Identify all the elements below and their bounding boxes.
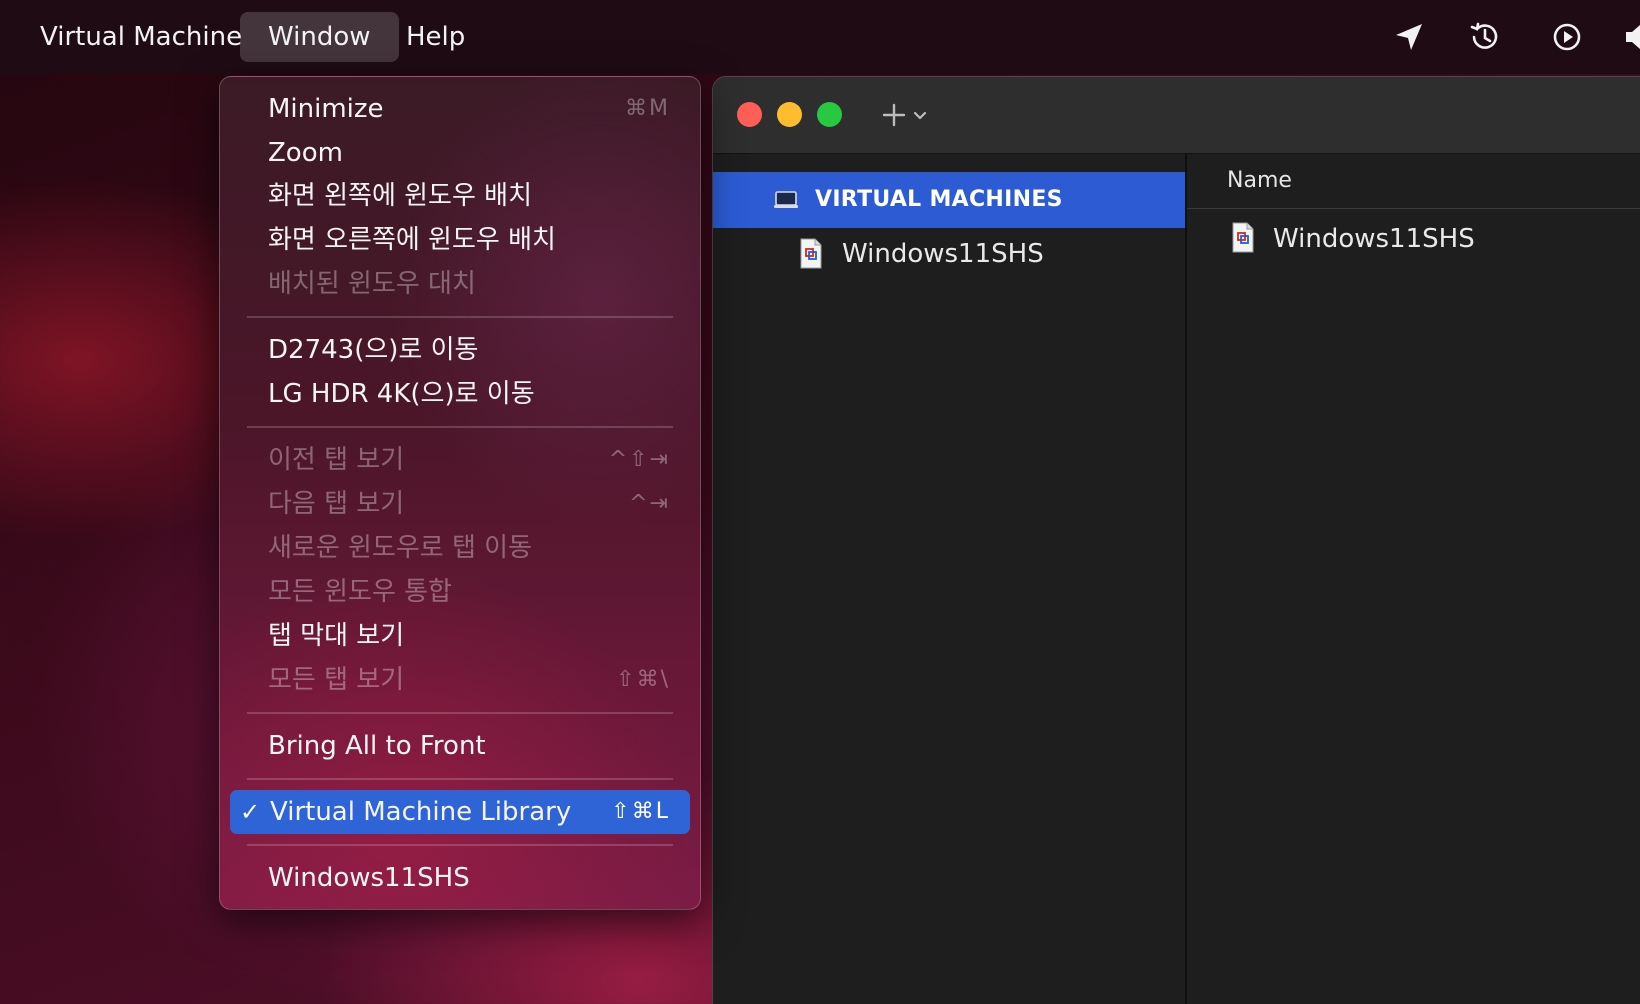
menu-item-label: 화면 오른쪽에 윈도우 배치 [268,225,556,255]
menu-virtual-machine[interactable]: Virtual Machine [12,12,270,62]
library-sidebar: VIRTUAL MACHINES Windows11SHS [713,154,1187,1004]
menu-separator [247,844,673,846]
menu-item-shortcut: ^⇥ [629,491,670,516]
menu-item-label: Minimize [268,94,384,124]
vm-list: Name Windows11SHS [1187,154,1640,1004]
menu-separator [247,778,673,780]
menu-item-label: 모든 탭 보기 [268,665,405,695]
menu-item-label: 배치된 윈도우 대치 [268,269,476,299]
menu-item-label: Zoom [268,138,343,168]
menu-item-tile-left[interactable]: 화면 왼쪽에 윈도우 배치 [228,174,690,218]
plus-icon [882,103,906,127]
menu-item-windows11shs[interactable]: Windows11SHS [228,856,690,900]
menu-item-label: D2743(으)로 이동 [268,335,479,365]
menu-item-tile-right[interactable]: 화면 오른쪽에 윈도우 배치 [228,218,690,262]
menu-item-label: 새로운 윈도우로 탭 이동 [268,533,532,563]
menu-window[interactable]: Window [240,12,399,62]
sidebar-section-virtual-machines[interactable]: VIRTUAL MACHINES [713,172,1185,228]
menu-separator [247,712,673,714]
menu-item-move-tab-new-window: 새로운 윈도우로 탭 이동 [228,526,690,570]
play-circle-icon[interactable] [1548,18,1586,56]
menu-item-shortcut: ⌘M [625,96,670,121]
vm-file-icon [1231,222,1255,253]
add-vm-button[interactable] [881,95,929,135]
checkmark-icon: ✓ [240,798,261,826]
menu-item-prev-tab: 이전 탭 보기 ^⇧⇥ [228,438,690,482]
sidebar-item-windows11shs[interactable]: Windows11SHS [713,230,1185,278]
menu-item-label: 모든 윈도우 통합 [268,577,452,607]
column-header-label: Name [1227,168,1292,193]
menu-item-move-d2743[interactable]: D2743(으)로 이동 [228,328,690,372]
menu-item-label: 다음 탭 보기 [268,489,405,519]
vm-file-icon [799,238,823,269]
time-machine-icon[interactable] [1466,18,1504,56]
menu-item-replace-tiled: 배치된 윈도우 대치 [228,262,690,306]
title-bar [713,77,1640,154]
laptop-icon [773,190,799,214]
list-item[interactable]: Windows11SHS [1187,212,1640,266]
menu-item-label: Bring All to Front [268,731,486,761]
menu-item-move-lg[interactable]: LG HDR 4K(으)로 이동 [228,372,690,416]
vm-name: Windows11SHS [1273,224,1475,254]
location-arrow-icon[interactable] [1390,18,1428,56]
maximize-button[interactable] [817,102,842,127]
sidebar-item-label: Windows11SHS [842,239,1044,269]
close-button[interactable] [737,102,762,127]
menu-item-label: LG HDR 4K(으)로 이동 [268,379,535,409]
vm-library-window: VIRTUAL MACHINES Windows11SHS Name Windo… [712,76,1640,1004]
menu-item-zoom[interactable]: Zoom [228,131,690,175]
menu-item-vm-library[interactable]: ✓ Virtual Machine Library ⇧⌘L [230,790,690,834]
menu-item-minimize[interactable]: Minimize ⌘M [228,87,690,131]
menu-separator [247,426,673,428]
menu-item-label: Windows11SHS [268,863,470,893]
chevron-down-icon [913,111,927,120]
speaker-icon[interactable] [1622,18,1640,56]
menu-help[interactable]: Help [378,12,493,62]
menu-item-next-tab: 다음 탭 보기 ^⇥ [228,482,690,526]
menu-item-show-tab-bar[interactable]: 탭 막대 보기 [228,614,690,658]
menu-item-label: 화면 왼쪽에 윈도우 배치 [268,181,532,211]
menu-item-shortcut: ^⇧⇥ [608,447,670,472]
column-header-name[interactable]: Name [1187,154,1640,209]
menu-item-shortcut: ⇧⌘L [611,799,670,824]
menu-item-label: 이전 탭 보기 [268,445,405,475]
menu-item-shortcut: ⇧⌘\ [616,667,670,692]
menu-bar: Virtual Machine Window Help [0,0,1640,74]
window-menu-dropdown: Minimize ⌘M Zoom 화면 왼쪽에 윈도우 배치 화면 오른쪽에 윈… [219,76,701,910]
menu-item-merge-windows: 모든 윈도우 통합 [228,570,690,614]
minimize-button[interactable] [777,102,802,127]
menu-item-label: Virtual Machine Library [270,797,572,827]
menu-separator [247,316,673,318]
sidebar-section-label: VIRTUAL MACHINES [815,187,1063,212]
menu-item-label: 탭 막대 보기 [268,621,405,651]
menu-item-bring-all-to-front[interactable]: Bring All to Front [228,724,690,768]
menu-item-show-all-tabs: 모든 탭 보기 ⇧⌘\ [228,658,690,702]
